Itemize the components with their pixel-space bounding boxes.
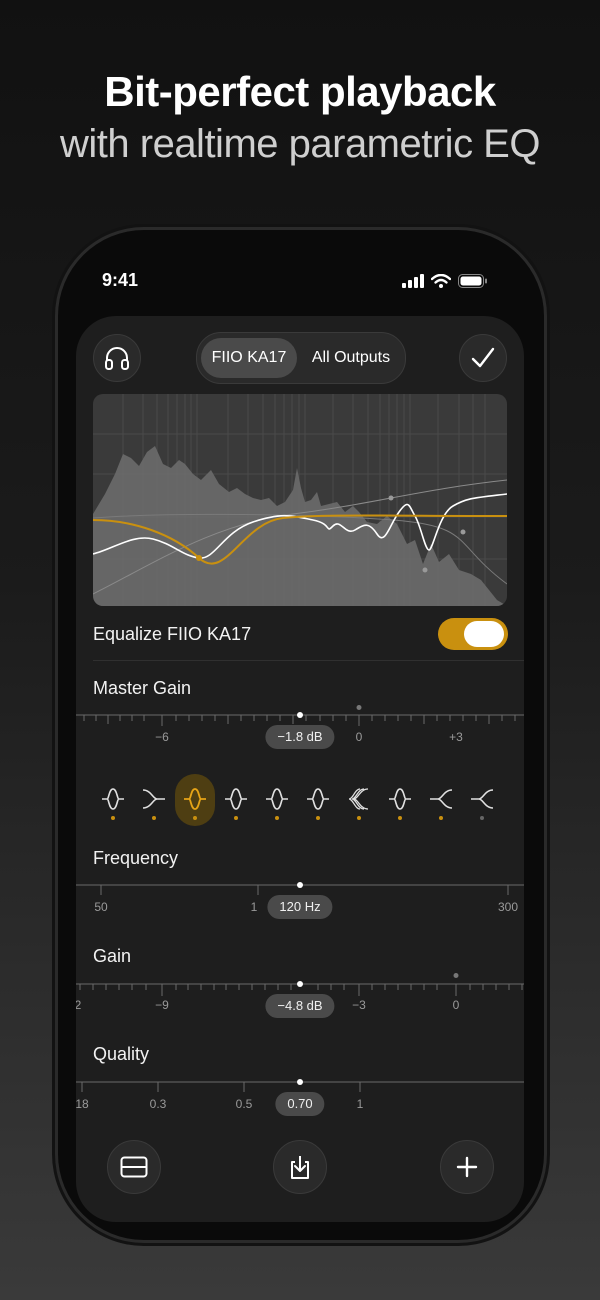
frequency-label: Frequency [93,848,179,868]
gain-label: Gain [93,946,132,966]
gain-marker [297,981,303,987]
multi-peak-icon [348,788,369,810]
band-enabled-dot [111,816,115,820]
peak-filter-icon [307,788,329,810]
checkmark-icon [471,347,495,368]
layout-button[interactable] [107,1140,161,1194]
eq-node[interactable] [422,567,428,573]
status-icons [402,274,488,288]
quality-tick: 1 [356,1097,364,1111]
high-shelf-icon [142,789,165,809]
wifi-icon [431,274,451,288]
quality-value[interactable]: 0.70 [275,1092,325,1116]
done-button[interactable] [459,334,507,382]
band-4[interactable] [216,774,256,826]
signal-icon [402,274,424,288]
low-shelf-icon [430,789,453,809]
band-enabled-dot [357,816,361,820]
headphones-button[interactable] [93,334,141,382]
band-10[interactable] [462,774,502,826]
master-gain-reference [356,705,362,710]
master-gain-marker [297,712,303,718]
equalize-label: Equalize FIIO KA17 [93,624,252,644]
layout-icon [120,1156,148,1178]
band-enabled-dot [398,816,402,820]
frequency-value[interactable]: 120 Hz [267,895,333,919]
import-button[interactable] [273,1140,327,1194]
peak-filter-icon [102,788,124,810]
gain-tick: −9 [155,998,169,1012]
band-enabled-dot [275,816,279,820]
low-shelf-icon [471,789,494,809]
band-3-active[interactable] [175,774,215,826]
toggle-knob [464,621,504,647]
eq-active-node[interactable] [196,555,202,561]
master-gain-tick: −6 [155,730,169,744]
import-icon [291,1156,309,1179]
equalize-toggle[interactable] [438,618,508,650]
peak-filter-icon [266,788,288,810]
band-7[interactable] [339,774,379,826]
quality-tick: 18 [76,1097,89,1111]
band-enabled-dot [439,816,443,820]
gain-reference [453,973,459,978]
phone-volume-down [52,562,57,632]
frequency-tick: 50 [94,900,108,914]
band-6[interactable] [298,774,338,826]
band-enabled-dot [193,816,197,820]
eq-graph-svg [93,394,507,606]
add-band-button[interactable] [440,1140,494,1194]
band-2[interactable] [134,774,174,826]
band-enabled-dot [152,816,156,820]
eq-node[interactable] [388,495,394,501]
master-gain-tick: 0 [355,730,363,744]
phone-volume-up [52,474,57,544]
status-time: 9:41 [101,270,139,290]
phone-mute-switch [52,406,57,442]
output-selector: FIIO KA17 All Outputs [196,332,406,384]
quality-label: Quality [93,1044,150,1064]
eq-response-graph[interactable] [93,394,507,606]
hero-subtitle: with realtime parametric EQ [60,122,540,166]
eq-node[interactable] [460,529,466,535]
band-5[interactable] [257,774,297,826]
add-icon [456,1156,478,1178]
quality-tick: 0.5 [235,1097,253,1111]
master-gain-tick: +3 [449,730,463,744]
master-gain-label: Master Gain [93,678,192,698]
segment-all-outputs[interactable]: All Outputs [301,338,401,378]
quality-tick: 0.3 [149,1097,167,1111]
band-disabled-dot [480,816,484,820]
segment-device[interactable]: FIIO KA17 [201,338,297,378]
divider [93,660,524,661]
band-9[interactable] [421,774,461,826]
band-8[interactable] [380,774,420,826]
battery-icon [458,274,487,288]
filter-band-selector [93,774,513,834]
frequency-marker [297,882,303,888]
gain-tick: −3 [352,998,366,1012]
gain-tick: 2 [76,998,82,1012]
headphones-icon [105,347,129,370]
band-1[interactable] [93,774,133,826]
frequency-tick: 300 [497,900,519,914]
peak-filter-icon [389,788,411,810]
eq-screen: FIIO KA17 All Outputs Equalize FIIO KA17… [76,316,524,1222]
gain-value[interactable]: −4.8 dB [265,994,335,1018]
gain-tick: 0 [452,998,460,1012]
frequency-tick: 1 [250,900,258,914]
peak-filter-icon [225,788,247,810]
quality-marker [297,1079,303,1085]
spectrum-area [93,446,507,606]
master-gain-value[interactable]: −1.8 dB [265,725,335,749]
band-enabled-dot [234,816,238,820]
peak-filter-icon [184,788,206,810]
hero-title: Bit-perfect playback [104,68,496,115]
band-enabled-dot [316,816,320,820]
